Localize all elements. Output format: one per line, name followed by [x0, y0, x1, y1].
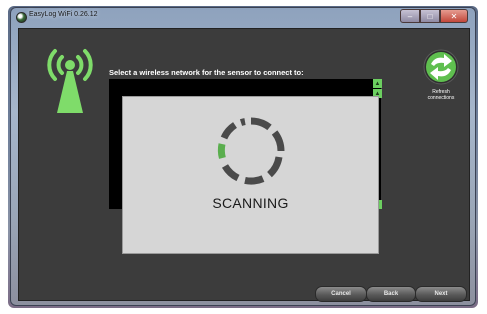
window-title: EasyLog WiFi 0.26.12	[29, 11, 98, 18]
network-prompt: Select a wireless network for the sensor…	[109, 68, 304, 77]
client-area: Select a wireless network for the sensor…	[18, 28, 470, 302]
maximize-button[interactable]: □	[420, 9, 440, 23]
refresh-connections-label[interactable]: Refresh connections	[415, 89, 467, 101]
title-bar: EasyLog WiFi 0.26.12 – □ ✕	[10, 7, 476, 27]
back-button[interactable]: Back	[366, 286, 416, 302]
scanning-overlay: SCANNING	[122, 96, 379, 254]
refresh-label-line2: connections	[427, 95, 455, 101]
app-window: EasyLog WiFi 0.26.12 – □ ✕ Select a wire…	[10, 7, 476, 306]
cancel-button[interactable]: Cancel	[315, 286, 367, 302]
scanning-status: SCANNING	[212, 195, 289, 211]
next-button[interactable]: Next	[415, 286, 467, 302]
close-button[interactable]: ✕	[440, 9, 468, 23]
minimize-button[interactable]: –	[400, 9, 420, 23]
window-controls: – □ ✕	[400, 9, 468, 23]
wifi-antenna-icon	[47, 49, 93, 113]
arrow-up-icon[interactable]: ▲	[373, 79, 382, 88]
refresh-icon[interactable]	[423, 49, 459, 85]
app-logo-icon	[16, 12, 27, 23]
loading-spinner-icon	[217, 117, 285, 185]
